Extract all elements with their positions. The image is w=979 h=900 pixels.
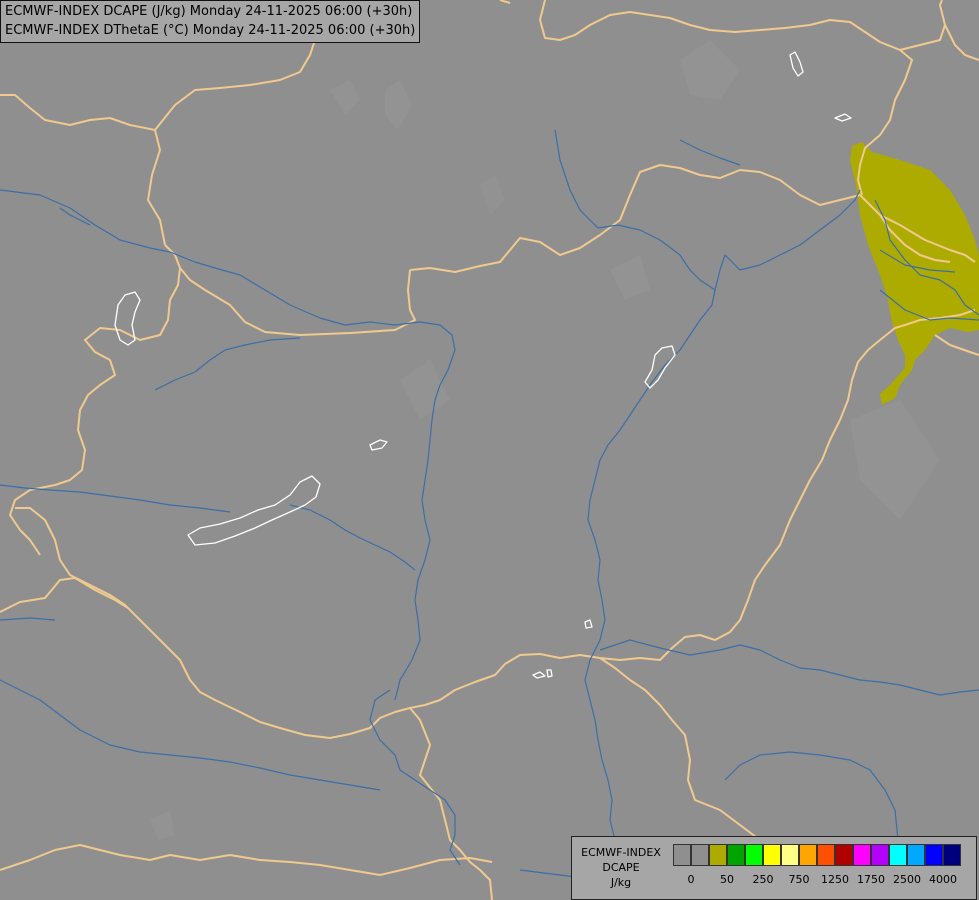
legend-title-unit: J/kg	[610, 876, 632, 889]
map-background	[0, 0, 979, 900]
legend-swatch	[817, 844, 835, 866]
legend-swatch	[907, 844, 925, 866]
legend-swatch	[691, 844, 709, 866]
legend-swatches	[673, 844, 961, 866]
legend-tick-label: 250	[752, 873, 774, 886]
legend-tick-label: 1250	[821, 873, 849, 886]
legend-swatch	[745, 844, 763, 866]
legend-tick-label: 50	[720, 873, 734, 886]
legend-tick-label: 0	[687, 873, 695, 886]
legend-swatch	[727, 844, 745, 866]
title-line-dcape: ECMWF-INDEX DCAPE (J/kg) Monday 24-11-20…	[5, 4, 413, 19]
legend-title-model: ECMWF-INDEX	[581, 846, 661, 859]
map-title-box: ECMWF-INDEX DCAPE (J/kg) Monday 24-11-20…	[0, 0, 421, 43]
color-legend: ECMWF-INDEX DCAPE J/kg 0 50 250 750 1250 1750…	[571, 836, 977, 900]
legend-ticks: 0 50 250 750 1250 1750 2500 4000	[673, 873, 973, 889]
legend-swatch	[889, 844, 907, 866]
legend-swatch	[799, 844, 817, 866]
dcape-map[interactable]	[0, 0, 979, 900]
legend-swatch	[709, 844, 727, 866]
legend-tick-label: 1750	[857, 873, 885, 886]
legend-swatch	[781, 844, 799, 866]
map-viewport[interactable]: ECMWF-INDEX DCAPE (J/kg) Monday 24-11-20…	[0, 0, 979, 900]
legend-swatch	[871, 844, 889, 866]
legend-swatch	[943, 844, 961, 866]
legend-tick-label: 750	[788, 873, 810, 886]
legend-title: ECMWF-INDEX DCAPE J/kg	[575, 845, 667, 890]
title-line-dthetae: ECMWF-INDEX DThetaE (°C) Monday 24-11-20…	[5, 23, 416, 38]
legend-title-parameter: DCAPE	[602, 861, 640, 874]
legend-swatch	[763, 844, 781, 866]
legend-swatch	[835, 844, 853, 866]
legend-tick-label: 2500	[893, 873, 921, 886]
legend-tick-label: 4000	[929, 873, 957, 886]
legend-swatch	[925, 844, 943, 866]
legend-swatch	[853, 844, 871, 866]
legend-swatch	[673, 844, 691, 866]
